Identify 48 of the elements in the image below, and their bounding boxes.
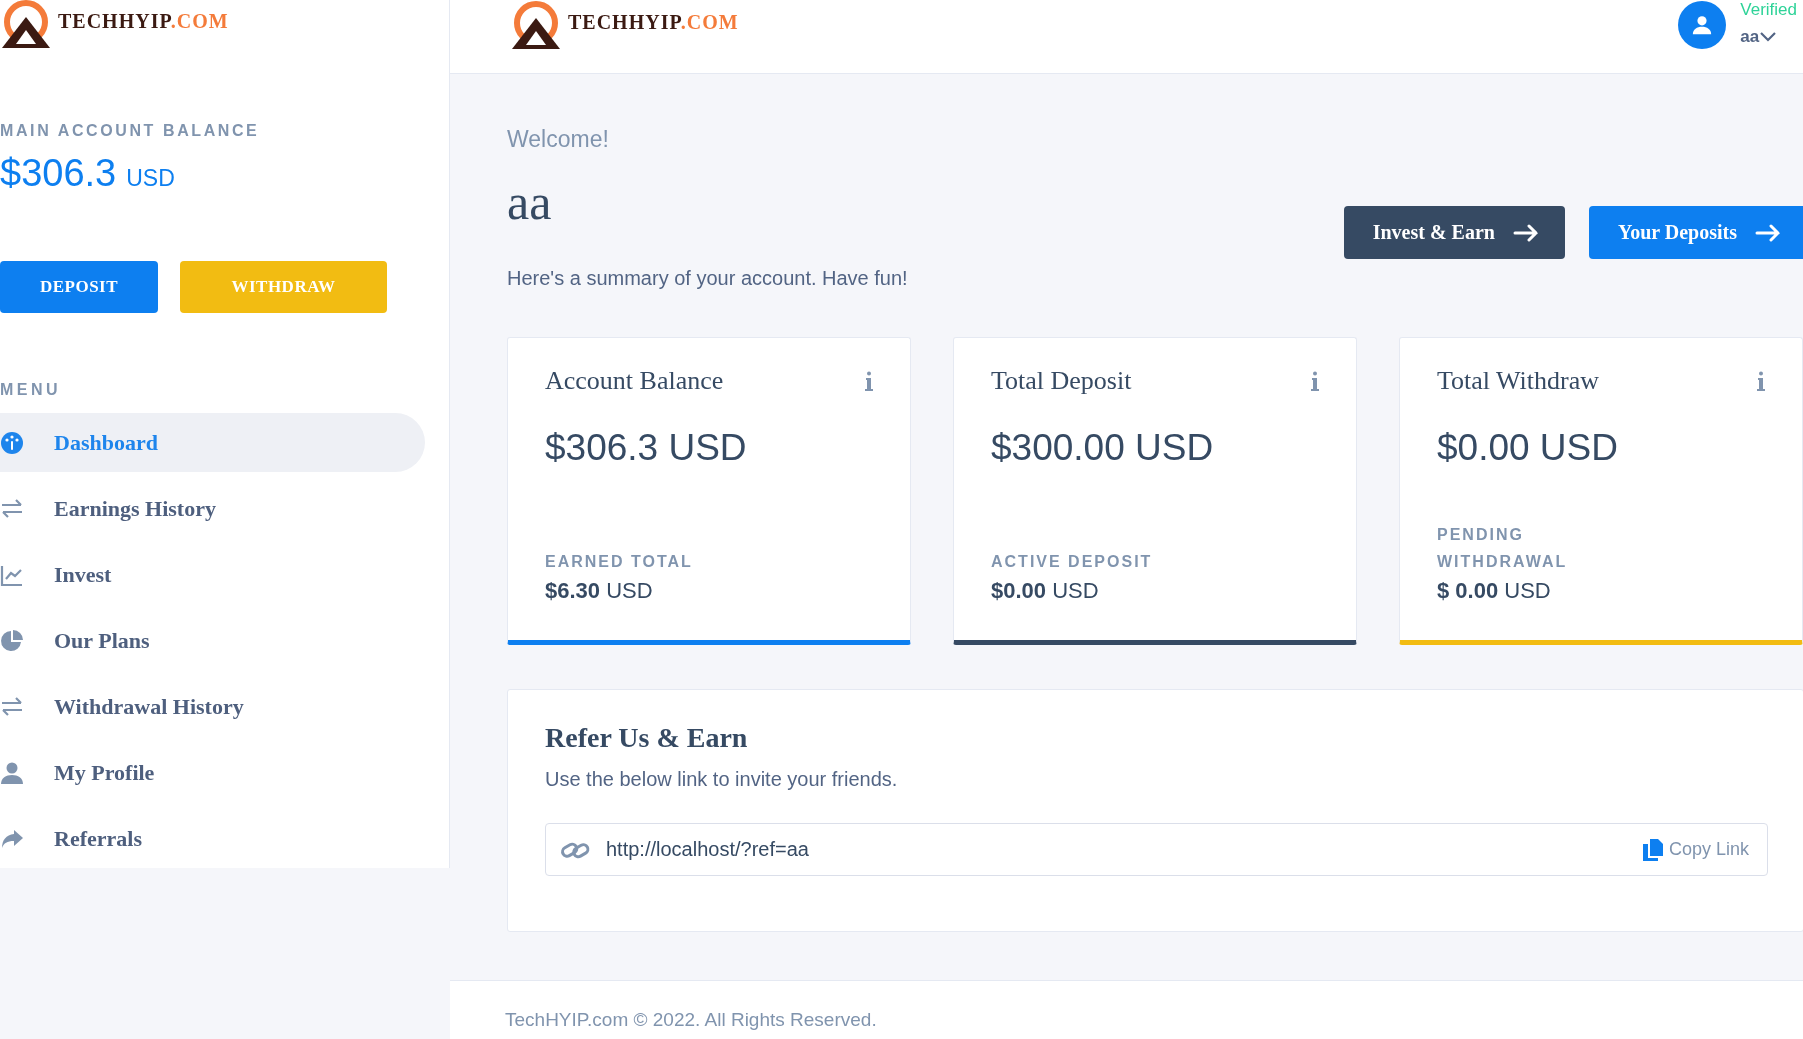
menu-item[interactable]: Withdrawal History xyxy=(0,677,425,736)
user-name: aa xyxy=(507,177,553,227)
balance-currency: USD xyxy=(126,165,175,192)
verified-status: Verified xyxy=(1740,0,1797,20)
card-label: EARNED TOTAL xyxy=(545,552,694,572)
deposit-button[interactable]: DEPOSIT xyxy=(0,261,158,313)
card-label: ACTIVE DEPOSIT xyxy=(991,552,1154,572)
arrow-icon xyxy=(1755,223,1781,242)
user-icon xyxy=(0,760,24,785)
info-icon[interactable] xyxy=(865,371,873,391)
caret-icon[interactable] xyxy=(1760,32,1777,42)
section-title: Refer Us & Earn xyxy=(545,722,749,754)
menu-label: MENU xyxy=(0,381,63,399)
card-title: Total Withdraw xyxy=(1437,366,1599,396)
deposits-button[interactable]: Your Deposits xyxy=(1588,206,1803,259)
link-field[interactable]: http://localhost/?ref=aa Copy Link xyxy=(545,823,1768,876)
menu-item[interactable]: My Profile xyxy=(0,743,425,802)
menu-item[interactable]: Our Plans xyxy=(0,611,425,670)
card-title: Total Deposit xyxy=(991,366,1132,396)
summary-text: Here's a summary of your account. Have fun! xyxy=(507,267,908,290)
card-value: $6.30 USD xyxy=(545,578,654,604)
card-value: $ 0.00 USD xyxy=(1437,578,1552,604)
copy-icon xyxy=(1642,838,1663,861)
card-label: PENDING WITHDRAWAL xyxy=(1437,525,1569,572)
balance-amount: $306.3 xyxy=(0,152,117,195)
dashboard-icon xyxy=(0,430,24,455)
logo-wordmark: TECHHYIP.COM xyxy=(58,9,229,33)
menu-item[interactable]: Dashboard xyxy=(0,413,425,472)
logo-wordmark: TECHHYIP.COM xyxy=(568,10,739,34)
info-icon[interactable] xyxy=(1757,371,1765,391)
welcome-text: Welcome! xyxy=(507,126,610,153)
username[interactable]: aa xyxy=(1740,27,1760,47)
invest-button[interactable]: Invest & Earn xyxy=(1343,206,1565,259)
menu-item[interactable]: Referrals xyxy=(0,809,425,868)
card-value: $0.00 USD xyxy=(991,578,1100,604)
balance-label: MAIN ACCOUNT BALANCE xyxy=(0,122,261,140)
arrow-icon xyxy=(1512,223,1539,242)
card-amount: $300.00 USD xyxy=(991,427,1215,469)
menu-item[interactable]: Invest xyxy=(0,545,425,604)
card-title: Account Balance xyxy=(545,366,724,396)
info-icon[interactable] xyxy=(1311,371,1319,391)
pie-chart-icon xyxy=(0,628,24,653)
user-avatar[interactable] xyxy=(1678,1,1727,49)
card-amount: $306.3 USD xyxy=(545,427,748,469)
card-amount: $0.00 USD xyxy=(1437,427,1619,469)
menu-item[interactable]: Earnings History xyxy=(0,479,425,538)
section-subtitle: Use the below link to invite your friends. xyxy=(545,768,899,791)
footer-text: TechHYIP.com © 2022. All Rights Reserved. xyxy=(505,1009,877,1030)
